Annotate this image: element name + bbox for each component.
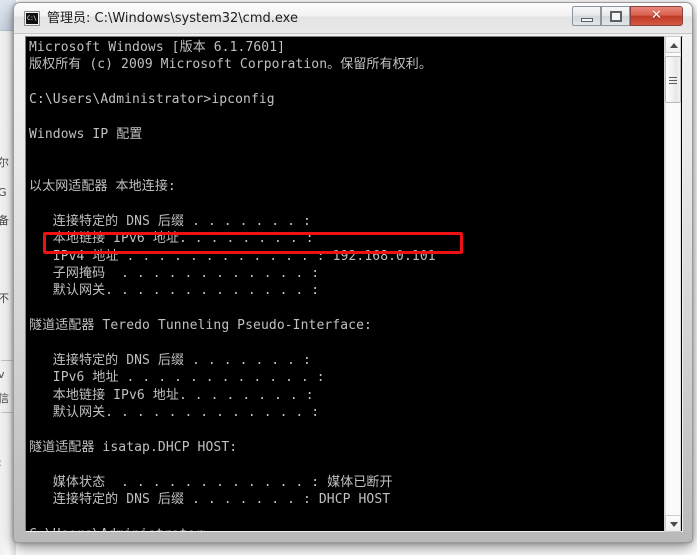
console-output-area[interactable]: Microsoft Windows [版本 6.1.7601] 版权所有 (c) … [25, 36, 683, 532]
scroll-down-arrow-icon [670, 522, 678, 527]
scroll-up-button[interactable] [665, 36, 681, 53]
window-title: 管理员: C:\Windows\system32\cmd.exe [47, 11, 298, 26]
minimize-button[interactable] [572, 6, 601, 26]
console-line: 默认网关. . . . . . . . . . . . . : [29, 283, 320, 299]
console-line: 隧道适配器 isatap.DHCP HOST: [29, 439, 238, 455]
console-line: 子网掩码 . . . . . . . . . . . . : [29, 266, 320, 282]
cmd-window[interactable]: C:\ 管理员: C:\Windows\system32\cmd.exe ✕ M… [13, 2, 693, 543]
close-icon: ✕ [651, 8, 662, 23]
scrollbar-thumb[interactable] [665, 56, 681, 103]
thumb-grip-line [669, 80, 677, 81]
console-text: Microsoft Windows [版本 6.1.7601] 版权所有 (c) … [29, 39, 659, 531]
scroll-up-arrow-icon [670, 43, 678, 48]
cmd-icon-glyph: C:\ [26, 13, 38, 24]
console-line: 以太网适配器 本地连接: [29, 179, 176, 195]
console-line: 本地链接 IPv6 地址. . . . . . . . : [29, 387, 314, 403]
console-line: IPv4 地址 . . . . . . . . . . . . : 192.16… [29, 248, 436, 264]
console-scrollbar[interactable] [664, 36, 681, 532]
thumb-grip-line [669, 77, 677, 78]
cmd-icon: C:\ [24, 11, 40, 26]
screen: 尔 G 备 不 v 信 : C:\ 管理员: C:\Windows\system… [0, 0, 697, 555]
console-line: 媒体状态 . . . . . . . . . . . . : 媒体已断开 [29, 474, 393, 490]
thumb-grip-line [669, 83, 677, 84]
console-line: IPv6 地址 . . . . . . . . . . . . : [29, 370, 325, 386]
console-line: 连接特定的 DNS 后缀 . . . . . . . : [29, 353, 311, 369]
console-line: 连接特定的 DNS 后缀 . . . . . . . : DHCP HOST [29, 492, 391, 508]
title-bar[interactable]: C:\ 管理员: C:\Windows\system32\cmd.exe ✕ [14, 3, 692, 34]
console-line: C:\Users\Administrator> [29, 526, 659, 531]
scroll-down-button[interactable] [665, 515, 681, 532]
console-line: 版权所有 (c) 2009 Microsoft Corporation。保留所有… [29, 57, 432, 73]
close-button[interactable]: ✕ [630, 6, 683, 26]
console-line: C:\Users\Administrator>ipconfig [29, 92, 275, 108]
console-line: 隧道适配器 Teredo Tunneling Pseudo-Interface: [29, 318, 372, 334]
console-line: 连接特定的 DNS 后缀 . . . . . . . : [29, 213, 311, 229]
console-line: 默认网关. . . . . . . . . . . . . : [29, 405, 320, 421]
maximize-icon [610, 11, 622, 22]
maximize-button[interactable] [601, 6, 630, 26]
console-line: Microsoft Windows [版本 6.1.7601] [29, 40, 286, 55]
scrollbar-track[interactable] [665, 53, 681, 515]
console-line: 本地链接 IPv6 地址. . . . . . . . : [29, 231, 314, 247]
console-line: Windows IP 配置 [29, 126, 143, 142]
minimize-icon [581, 18, 593, 22]
